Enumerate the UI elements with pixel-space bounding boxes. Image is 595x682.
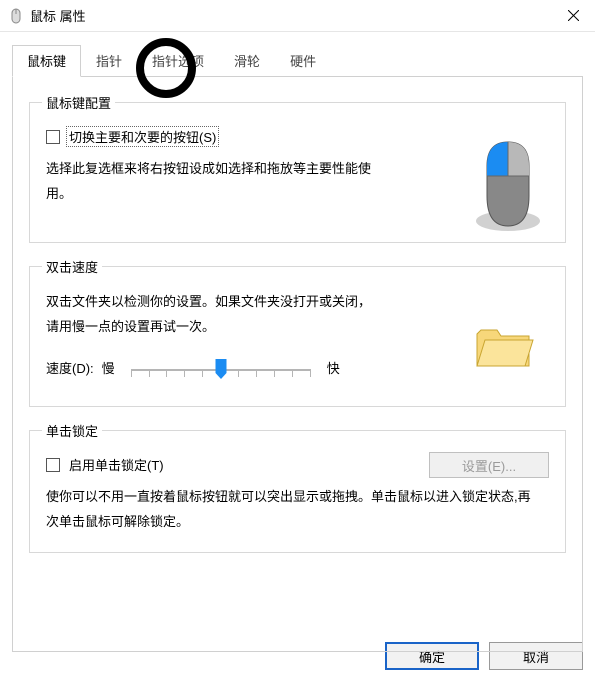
tab-pointer[interactable]: 指针 xyxy=(81,45,137,77)
speed-desc: 双击文件夹以检测你的设置。如果文件夹没打开或关闭，请用慢一点的设置再试一次。 xyxy=(46,290,376,339)
tab-hardware[interactable]: 硬件 xyxy=(275,45,331,77)
tab-panel: 鼠标键配置 切换主要和次要的按钮(S) 选择此复选框来将右按钮设成如选择和拖放等… xyxy=(12,76,583,652)
clicklock-desc: 使你可以不用一直按着鼠标按钮就可以突出显示或拖拽。单击鼠标以进入锁定状态,再次单… xyxy=(46,485,536,534)
speed-label: 速度(D): xyxy=(46,358,94,377)
group-clicklock-legend: 单击锁定 xyxy=(42,421,102,440)
swap-buttons-checkbox[interactable] xyxy=(46,130,60,144)
swap-buttons-desc: 选择此复选框来将右按钮设成如选择和拖放等主要性能使用。 xyxy=(46,157,386,206)
tab-mouse-buttons[interactable]: 鼠标键 xyxy=(12,45,81,77)
mouse-illustration xyxy=(469,136,547,236)
close-button[interactable] xyxy=(551,0,595,32)
clicklock-checkbox[interactable] xyxy=(46,458,60,472)
slider-thumb[interactable] xyxy=(215,359,226,379)
tab-pointer-options[interactable]: 指针选项 xyxy=(137,45,219,77)
double-click-speed-slider[interactable] xyxy=(131,353,311,381)
group-speed-legend: 双击速度 xyxy=(42,257,102,276)
group-double-click-speed: 双击速度 双击文件夹以检测你的设置。如果文件夹没打开或关闭，请用慢一点的设置再试… xyxy=(29,257,566,407)
clicklock-settings-button: 设置(E)... xyxy=(429,452,549,478)
speed-slow-label: 慢 xyxy=(102,358,115,377)
tab-wheel[interactable]: 滑轮 xyxy=(219,45,275,77)
group-button-config-legend: 鼠标键配置 xyxy=(42,93,115,112)
clicklock-label[interactable]: 启用单击锁定(T) xyxy=(66,454,167,475)
speed-fast-label: 快 xyxy=(327,358,340,377)
window-title: 鼠标 属性 xyxy=(30,6,551,25)
titlebar: 鼠标 属性 xyxy=(0,0,595,32)
folder-test-icon[interactable] xyxy=(471,314,535,378)
group-click-lock: 单击锁定 启用单击锁定(T) 设置(E)... 使你可以不用一直按着鼠标按钮就可… xyxy=(29,421,566,553)
close-icon xyxy=(568,10,579,21)
group-button-config: 鼠标键配置 切换主要和次要的按钮(S) 选择此复选框来将右按钮设成如选择和拖放等… xyxy=(29,93,566,243)
mouse-icon xyxy=(8,8,24,24)
tab-strip: 鼠标键 指针 指针选项 滑轮 硬件 xyxy=(12,44,583,76)
swap-buttons-label[interactable]: 切换主要和次要的按钮(S) xyxy=(66,126,219,147)
